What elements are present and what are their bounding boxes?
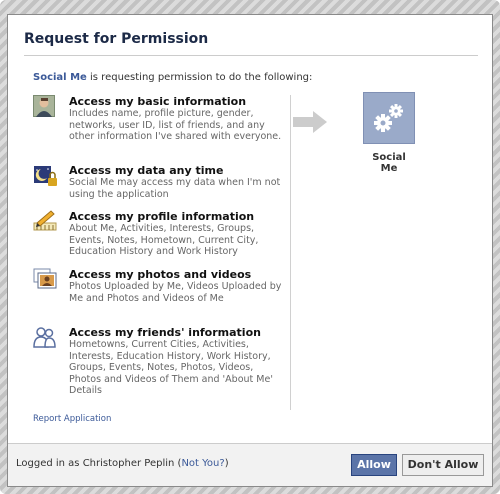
permission-description: Photos Uploaded by Me, Videos Uploaded b… (69, 281, 282, 304)
permission-title: Access my friends' information (69, 326, 261, 339)
photos-icon (33, 268, 57, 290)
app-logo (363, 92, 415, 144)
app-name[interactable]: Social Me (363, 152, 415, 174)
dialog-body: Request for Permission Social Me is requ… (7, 14, 493, 487)
permission-description: About Me, Activities, Interests, Groups,… (69, 223, 259, 257)
permission-title: Access my basic information (69, 95, 247, 108)
allow-button[interactable]: Allow (351, 454, 397, 476)
title-divider (24, 55, 478, 56)
intro-text: Social Me is requesting permission to do… (33, 72, 312, 83)
permission-description: Includes name, profile picture, gender, … (69, 108, 282, 142)
dialog-title: Request for Permission (24, 31, 209, 47)
dialog-footer: Logged in as Christopher Peplin (Not You… (8, 443, 492, 486)
logged-in-text: Logged in as Christopher Peplin ( (16, 458, 182, 469)
logged-in-status: Logged in as Christopher Peplin (Not You… (16, 458, 229, 469)
report-application-link[interactable]: Report Application (33, 414, 111, 424)
dont-allow-button[interactable]: Don't Allow (402, 454, 484, 476)
permission-description: Hometowns, Current Cities, Activities, I… (69, 339, 273, 396)
friends-icon (33, 326, 56, 348)
permission-title: Access my photos and videos (69, 268, 252, 281)
permission-dialog: Request for Permission Social Me is requ… (0, 0, 500, 494)
logged-in-close: ) (224, 458, 229, 469)
profile-photo-icon (33, 95, 55, 117)
arrow-right-icon (293, 111, 327, 136)
permission-description: Social Me may access my data when I'm no… (69, 177, 281, 200)
permission-title: Access my data any time (69, 164, 224, 177)
permission-title: Access my profile information (69, 210, 255, 223)
not-you-link[interactable]: Not You? (181, 458, 224, 469)
offline-access-icon (33, 164, 57, 186)
gears-icon (374, 104, 403, 132)
intro-app-name[interactable]: Social Me (33, 72, 87, 83)
section-divider (290, 95, 291, 410)
profile-edit-icon (33, 210, 57, 232)
intro-sentence: is requesting permission to do the follo… (86, 72, 313, 83)
